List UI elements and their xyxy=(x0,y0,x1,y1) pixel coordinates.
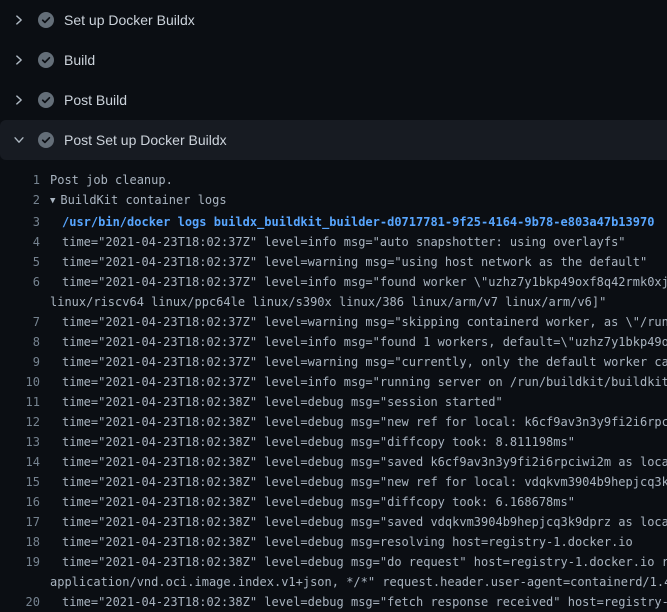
log-text: time="2021-04-23T18:02:38Z" level=debug … xyxy=(40,532,667,552)
log-text: time="2021-04-23T18:02:37Z" level=info m… xyxy=(40,232,667,252)
line-number[interactable]: 12 xyxy=(0,412,40,432)
line-number[interactable]: 3 xyxy=(0,212,40,232)
step-title: Post Build xyxy=(64,92,127,108)
log-text: time="2021-04-23T18:02:37Z" level=warnin… xyxy=(40,312,667,332)
check-circle-icon xyxy=(38,132,54,148)
chevron-right-icon[interactable] xyxy=(12,93,26,107)
line-number[interactable]: 19 xyxy=(0,552,40,572)
log-text: time="2021-04-23T18:02:37Z" level=warnin… xyxy=(40,352,667,372)
line-number[interactable]: 4 xyxy=(0,232,40,252)
log-line: 5 time="2021-04-23T18:02:37Z" level=warn… xyxy=(0,252,667,272)
line-number[interactable]: 20 xyxy=(0,592,40,612)
chevron-right-icon[interactable] xyxy=(12,53,26,67)
log-line: 17 time="2021-04-23T18:02:38Z" level=deb… xyxy=(0,512,667,532)
log-line: 20 time="2021-04-23T18:02:38Z" level=deb… xyxy=(0,592,667,612)
line-number[interactable]: 18 xyxy=(0,532,40,552)
log-line: 16 time="2021-04-23T18:02:38Z" level=deb… xyxy=(0,492,667,512)
step-title: Set up Docker Buildx xyxy=(64,12,195,28)
step-list: Set up Docker Buildx Build Post Build Po… xyxy=(0,0,667,160)
step-title: Post Set up Docker Buildx xyxy=(64,132,227,148)
check-circle-icon xyxy=(38,92,54,108)
step-row[interactable]: Post Build xyxy=(0,80,667,120)
log-line: 13 time="2021-04-23T18:02:38Z" level=deb… xyxy=(0,432,667,452)
log-text: time="2021-04-23T18:02:37Z" level=info m… xyxy=(40,272,667,312)
log-text: time="2021-04-23T18:02:38Z" level=debug … xyxy=(40,452,667,472)
log-line: 1 Post job cleanup. xyxy=(0,170,667,190)
line-number[interactable]: 5 xyxy=(0,252,40,272)
line-number[interactable]: 8 xyxy=(0,332,40,352)
log-text: time="2021-04-23T18:02:37Z" level=info m… xyxy=(40,372,667,392)
log-line: 12 time="2021-04-23T18:02:38Z" level=deb… xyxy=(0,412,667,432)
log-text: Post job cleanup. xyxy=(40,170,667,190)
line-number[interactable]: 6 xyxy=(0,272,40,292)
line-number[interactable]: 17 xyxy=(0,512,40,532)
log-text: time="2021-04-23T18:02:38Z" level=debug … xyxy=(40,512,667,532)
line-number[interactable]: 15 xyxy=(0,472,40,492)
log-line: 19 time="2021-04-23T18:02:38Z" level=deb… xyxy=(0,552,667,592)
chevron-right-icon[interactable] xyxy=(12,13,26,27)
line-number[interactable]: 2 xyxy=(0,190,40,210)
log-text: time="2021-04-23T18:02:38Z" level=debug … xyxy=(40,492,667,512)
log-lines: 1 Post job cleanup. 2 ▼BuildKit containe… xyxy=(0,160,667,612)
check-circle-icon xyxy=(38,52,54,68)
line-number[interactable]: 9 xyxy=(0,352,40,372)
log-line: 3 /usr/bin/docker logs buildx_buildkit_b… xyxy=(0,212,667,232)
log-line: 11 time="2021-04-23T18:02:38Z" level=deb… xyxy=(0,392,667,412)
line-number[interactable]: 1 xyxy=(0,170,40,190)
log-text: time="2021-04-23T18:02:38Z" level=debug … xyxy=(40,412,667,432)
log-line: 18 time="2021-04-23T18:02:38Z" level=deb… xyxy=(0,532,667,552)
log-text: time="2021-04-23T18:02:38Z" level=debug … xyxy=(40,592,667,612)
chevron-down-icon[interactable] xyxy=(12,133,26,147)
log-line: 9 time="2021-04-23T18:02:37Z" level=warn… xyxy=(0,352,667,372)
log-line: 7 time="2021-04-23T18:02:37Z" level=warn… xyxy=(0,312,667,332)
group-toggle-triangle-icon[interactable]: ▼ xyxy=(50,191,55,211)
line-number[interactable]: 14 xyxy=(0,452,40,472)
step-title: Build xyxy=(64,52,95,68)
log-text: time="2021-04-23T18:02:38Z" level=debug … xyxy=(40,432,667,452)
line-number[interactable]: 11 xyxy=(0,392,40,412)
log-text: time="2021-04-23T18:02:38Z" level=debug … xyxy=(40,552,667,592)
log-line: 8 time="2021-04-23T18:02:37Z" level=info… xyxy=(0,332,667,352)
log-line: 14 time="2021-04-23T18:02:38Z" level=deb… xyxy=(0,452,667,472)
line-number[interactable]: 10 xyxy=(0,372,40,392)
check-circle-icon xyxy=(38,12,54,28)
log-text: time="2021-04-23T18:02:38Z" level=debug … xyxy=(40,392,667,412)
log-line: 2 ▼BuildKit container logs xyxy=(0,190,667,212)
log-text: time="2021-04-23T18:02:37Z" level=warnin… xyxy=(40,252,667,272)
log-line: 15 time="2021-04-23T18:02:38Z" level=deb… xyxy=(0,472,667,492)
log-text: /usr/bin/docker logs buildx_buildkit_bui… xyxy=(40,212,667,232)
log-line: 4 time="2021-04-23T18:02:37Z" level=info… xyxy=(0,232,667,252)
step-row[interactable]: Set up Docker Buildx xyxy=(0,0,667,40)
line-number[interactable]: 16 xyxy=(0,492,40,512)
line-number[interactable]: 13 xyxy=(0,432,40,452)
step-row[interactable]: Post Set up Docker Buildx xyxy=(0,120,667,160)
log-text: ▼BuildKit container logs xyxy=(40,190,667,212)
step-row[interactable]: Build xyxy=(0,40,667,80)
log-text: time="2021-04-23T18:02:38Z" level=debug … xyxy=(40,472,667,492)
log-line: 6 time="2021-04-23T18:02:37Z" level=info… xyxy=(0,272,667,312)
log-text: time="2021-04-23T18:02:37Z" level=info m… xyxy=(40,332,667,352)
line-number[interactable]: 7 xyxy=(0,312,40,332)
log-line: 10 time="2021-04-23T18:02:37Z" level=inf… xyxy=(0,372,667,392)
